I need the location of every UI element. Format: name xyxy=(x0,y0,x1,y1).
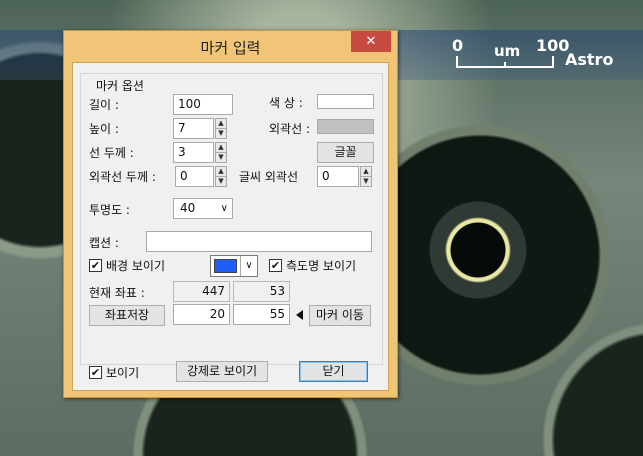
scale-bar: 0 um 100 Astro xyxy=(452,36,622,76)
save-coord-button[interactable]: 좌표저장 xyxy=(89,305,165,326)
marker-options-title: 마커 옵션 xyxy=(93,77,147,94)
show-scale-name-label: 측도명 보이기 xyxy=(286,259,357,273)
current-y-field: 53 xyxy=(233,281,290,302)
dialog-title: 마커 입력 xyxy=(200,39,261,57)
down-arrow-icon[interactable]: ▼ xyxy=(216,152,226,161)
outline-thickness-spinner[interactable]: ▲ ▼ xyxy=(215,166,227,187)
scale-zero-label: 0 xyxy=(452,36,464,55)
color-label: 색 상 : xyxy=(269,96,303,110)
close-icon[interactable]: ✕ xyxy=(351,31,391,52)
close-button[interactable]: 닫기 xyxy=(299,361,368,382)
text-outline-input[interactable]: 0 xyxy=(317,166,359,187)
show-label: 보이기 xyxy=(106,366,140,380)
outline-thickness-label: 외곽선 두께 : xyxy=(89,170,156,184)
down-arrow-icon[interactable]: ▼ xyxy=(361,176,371,185)
current-x-field: 447 xyxy=(173,281,230,302)
opacity-value: 40 xyxy=(180,201,196,215)
down-arrow-icon[interactable]: ▼ xyxy=(216,128,226,137)
move-marker-button[interactable]: 마커 이동 xyxy=(309,305,371,326)
background-color-picker[interactable]: ∨ xyxy=(210,255,258,277)
line-thickness-spinner[interactable]: ▲ ▼ xyxy=(215,142,227,163)
line-thickness-input[interactable]: 3 xyxy=(173,142,214,163)
down-arrow-icon[interactable]: ▼ xyxy=(216,176,226,185)
show-scale-name-checkbox[interactable]: ✔ xyxy=(269,259,282,272)
text-outline-spinner[interactable]: ▲ ▼ xyxy=(360,166,372,187)
height-input[interactable]: 7 xyxy=(173,118,214,139)
length-label: 길이 : xyxy=(89,98,119,112)
scale-unit-label: um xyxy=(494,42,521,60)
length-input[interactable]: 100 xyxy=(173,94,233,115)
up-arrow-icon[interactable]: ▲ xyxy=(216,119,226,128)
outline-label: 외곽선 : xyxy=(269,122,310,136)
chevron-down-icon: ∨ xyxy=(220,203,228,214)
show-background-label: 배경 보이기 xyxy=(106,259,166,273)
force-show-button[interactable]: 강제로 보이기 xyxy=(176,361,268,382)
brand-label: Astro xyxy=(565,50,614,69)
up-arrow-icon[interactable]: ▲ xyxy=(216,167,226,176)
saved-y-input[interactable]: 55 xyxy=(233,304,290,325)
chevron-down-icon[interactable]: ∨ xyxy=(240,256,257,276)
background-color-fill xyxy=(214,259,237,273)
show-background-checkbox[interactable]: ✔ xyxy=(89,259,102,272)
opacity-select[interactable]: 40 ∨ xyxy=(173,198,233,219)
saved-x-input[interactable]: 20 xyxy=(173,304,230,325)
scale-line xyxy=(456,66,554,68)
outline-color-swatch[interactable] xyxy=(317,119,374,134)
caption-label: 캡션 : xyxy=(89,236,119,250)
up-arrow-icon[interactable]: ▲ xyxy=(361,167,371,176)
font-button[interactable]: 글꼴 xyxy=(317,142,374,163)
dialog-titlebar[interactable]: 마커 입력 ✕ xyxy=(64,31,397,61)
dialog-client-area: 마커 옵션 길이 : 100 색 상 : 높이 : 7 ▲ ▼ 외곽선 : 선 두… xyxy=(72,62,389,391)
line-thickness-label: 선 두께 : xyxy=(89,146,134,160)
show-checkbox[interactable]: ✔ xyxy=(89,366,102,379)
opacity-label: 투명도 : xyxy=(89,203,130,217)
text-outline-label: 글씨 외곽선 xyxy=(239,170,299,184)
caption-input[interactable] xyxy=(146,231,372,252)
outline-thickness-input[interactable]: 0 xyxy=(175,166,214,187)
height-label: 높이 : xyxy=(89,122,119,136)
color-swatch[interactable] xyxy=(317,94,374,109)
current-coord-label: 현재 좌표 : xyxy=(89,286,145,300)
height-spinner[interactable]: ▲ ▼ xyxy=(215,118,227,139)
marker-input-dialog: 마커 입력 ✕ 마커 옵션 길이 : 100 색 상 : 높이 : 7 ▲ ▼ 외… xyxy=(63,30,398,398)
left-arrow-icon xyxy=(296,310,303,320)
up-arrow-icon[interactable]: ▲ xyxy=(216,143,226,152)
